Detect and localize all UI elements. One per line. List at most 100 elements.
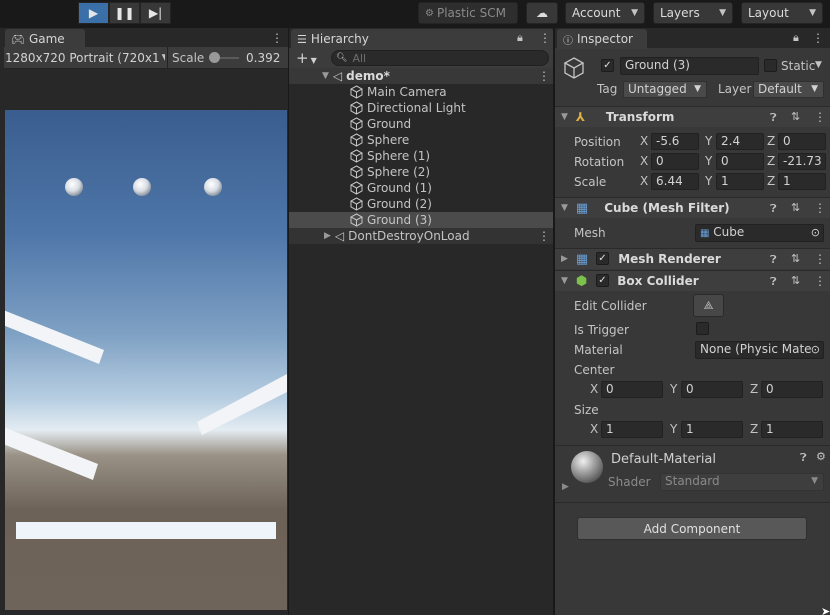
preset-icon[interactable]: ⇅: [791, 252, 800, 265]
hierarchy-item[interactable]: Ground (3): [289, 212, 553, 228]
component-menu-icon[interactable]: ⋮: [814, 202, 826, 214]
layer-label: Layer: [718, 82, 752, 96]
hierarchy-item[interactable]: Ground (2): [289, 196, 553, 212]
rotation-x-field[interactable]: 0: [651, 153, 699, 170]
size-z-field[interactable]: 1: [761, 421, 823, 438]
scene-menu-icon[interactable]: ⋮: [538, 70, 550, 82]
dont-destroy-row[interactable]: ▶ ◁ DontDestroyOnLoad ⋮: [289, 228, 553, 244]
sphere: [65, 178, 83, 196]
edit-collider-icon: ⟁: [703, 298, 714, 312]
plastic-scm-label: Plastic SCM: [436, 6, 506, 20]
hierarchy-menu-icon[interactable]: ⋮: [539, 32, 551, 44]
mesh-icon: ▦: [700, 228, 710, 239]
hierarchy-item-label: Ground (1): [367, 181, 432, 195]
foldout-arrow-icon[interactable]: ▶: [562, 482, 569, 492]
hierarchy-item[interactable]: Main Camera: [289, 84, 553, 100]
transform-header[interactable]: ▼ ⅄ Transform: [555, 106, 830, 127]
step-button[interactable]: ▶|: [140, 2, 171, 24]
component-menu-icon[interactable]: ⋮: [814, 253, 826, 265]
static-checkbox[interactable]: [764, 59, 777, 72]
lock-icon[interactable]: 🔒︎: [793, 31, 799, 45]
hierarchy-item[interactable]: Directional Light: [289, 100, 553, 116]
hierarchy-item[interactable]: Sphere (2): [289, 164, 553, 180]
hierarchy-search-input[interactable]: 🔍︎ All: [331, 50, 549, 66]
help-icon[interactable]: ❓︎: [770, 275, 777, 289]
layer-dropdown[interactable]: Default ▼: [753, 81, 824, 98]
is-trigger-checkbox[interactable]: [696, 322, 709, 335]
shader-dropdown[interactable]: Standard ▼: [660, 473, 824, 491]
preset-icon[interactable]: ⇅: [791, 201, 800, 214]
scale-z-field[interactable]: 1: [778, 173, 826, 190]
chevron-down-icon: ▼: [694, 84, 701, 94]
chevron-down-icon: ▼: [631, 8, 638, 18]
lock-icon[interactable]: 🔒︎: [517, 31, 523, 45]
add-component-button[interactable]: Add Component: [577, 517, 807, 540]
hierarchy-item[interactable]: Sphere (1): [289, 148, 553, 164]
tab-inspector[interactable]: ⓘ Inspector: [557, 29, 647, 49]
hierarchy-item[interactable]: Sphere: [289, 132, 553, 148]
help-icon[interactable]: ❓︎: [800, 451, 807, 465]
active-checkbox[interactable]: ✓: [601, 59, 614, 72]
mesh-renderer-enabled-checkbox[interactable]: ✓: [596, 252, 609, 265]
inspector-menu-icon[interactable]: ⋮: [812, 32, 824, 44]
center-x-field[interactable]: 0: [601, 381, 663, 398]
hierarchy-item[interactable]: Ground: [289, 116, 553, 132]
physic-material-field[interactable]: None (Physic Mater ⊙: [695, 341, 824, 359]
component-menu-icon[interactable]: ⋮: [814, 275, 826, 287]
edit-collider-button[interactable]: ⟁: [693, 294, 724, 317]
help-icon[interactable]: ❓︎: [770, 202, 777, 216]
chevron-down-icon[interactable]: ▼: [815, 60, 822, 70]
hierarchy-item[interactable]: Ground (1): [289, 180, 553, 196]
preset-icon[interactable]: ⇅: [791, 110, 800, 123]
scale-y-field[interactable]: 1: [716, 173, 764, 190]
rotation-y-field[interactable]: 0: [716, 153, 764, 170]
component-menu-icon[interactable]: ⋮: [814, 111, 826, 123]
position-x-field[interactable]: -5.6: [651, 133, 699, 150]
shader-label: Shader: [608, 475, 651, 489]
gameobject-cube-icon: [349, 197, 364, 211]
game-menu-icon[interactable]: ⋮: [271, 32, 283, 44]
plastic-scm-button[interactable]: ⚙ Plastic SCM: [418, 2, 518, 24]
position-y-field[interactable]: 2.4: [716, 133, 764, 150]
layers-dropdown[interactable]: Layers ▼: [653, 2, 733, 24]
game-viewport[interactable]: [5, 110, 287, 610]
scene-row[interactable]: ▼ ◁ demo* ⋮: [289, 68, 553, 84]
tab-hierarchy[interactable]: ☰ Hierarchy: [291, 29, 554, 49]
scale-slider-thumb[interactable]: [209, 52, 220, 63]
y-axis-label: Y: [705, 154, 713, 168]
size-y-field[interactable]: 1: [681, 421, 743, 438]
center-z-field[interactable]: 0: [761, 381, 823, 398]
size-x-field[interactable]: 1: [601, 421, 663, 438]
gamepad-icon: 🎮︎: [11, 32, 25, 46]
create-button[interactable]: + ▼: [296, 49, 317, 67]
scale-x-field[interactable]: 6.44: [651, 173, 699, 190]
position-z-field[interactable]: 0: [778, 133, 826, 150]
foldout-arrow-icon: ▼: [561, 276, 568, 286]
dont-destroy-label: DontDestroyOnLoad: [348, 229, 470, 243]
object-picker-icon[interactable]: ⊙: [811, 225, 820, 240]
preset-icon[interactable]: ⇅: [791, 274, 800, 287]
tag-dropdown[interactable]: Untagged ▼: [623, 81, 707, 98]
chevron-down-icon: ▼: [719, 8, 726, 18]
tab-game[interactable]: 🎮︎ Game: [5, 29, 85, 49]
pause-button[interactable]: ❚❚: [109, 2, 140, 24]
object-picker-icon[interactable]: ⊙: [810, 342, 820, 357]
dont-destroy-menu-icon[interactable]: ⋮: [538, 230, 550, 242]
cloud-button[interactable]: ☁: [526, 2, 558, 24]
box-collider-enabled-checkbox[interactable]: ✓: [596, 274, 609, 287]
rotation-z-field[interactable]: -21.73: [778, 153, 826, 170]
edit-collider-label: Edit Collider: [574, 299, 647, 313]
shader-value: Standard: [665, 474, 720, 488]
account-dropdown[interactable]: Account ▼: [565, 2, 645, 24]
object-name-field[interactable]: Ground (3): [620, 57, 759, 75]
mesh-field[interactable]: ▦ Cube ⊙: [695, 224, 824, 242]
layout-dropdown[interactable]: Layout ▼: [741, 2, 823, 24]
center-y-field[interactable]: 0: [681, 381, 743, 398]
settings-gear-icon[interactable]: ⚙: [816, 450, 826, 463]
help-icon[interactable]: ❓︎: [770, 111, 777, 125]
play-button[interactable]: ▶: [78, 2, 109, 24]
mesh-filter-header[interactable]: ▼ ▦ Cube (Mesh Filter): [555, 197, 830, 218]
resolution-dropdown[interactable]: 1280x720 Portrait (720x1 ▼: [5, 49, 165, 67]
foldout-arrow-icon: ▼: [561, 112, 568, 122]
help-icon[interactable]: ❓︎: [770, 253, 777, 267]
